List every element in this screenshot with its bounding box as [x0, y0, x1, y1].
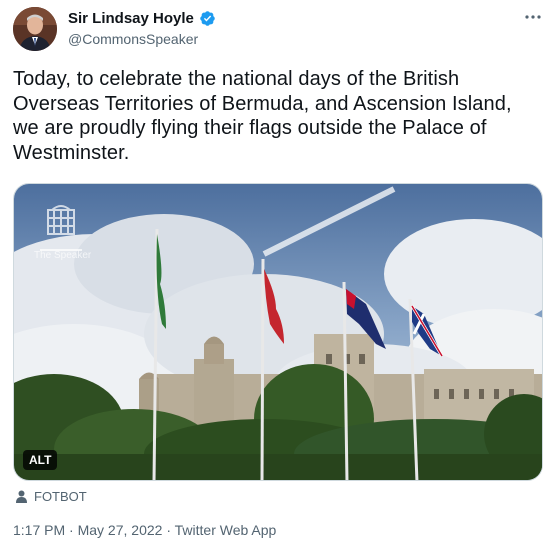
tweet-time[interactable]: 1:17 PM	[13, 522, 65, 538]
tweet-card: Sir Lindsay Hoyle @CommonsSpeaker Today,…	[0, 0, 556, 548]
author-name-row[interactable]: Sir Lindsay Hoyle	[68, 10, 216, 27]
watermark-text: The Speaker	[34, 250, 92, 261]
more-horizontal-icon[interactable]	[523, 9, 543, 25]
meta-separator: ·	[162, 522, 175, 538]
meta-separator: ·	[65, 522, 78, 538]
avatar[interactable]	[13, 7, 57, 51]
alt-text-button[interactable]: ALT	[23, 450, 58, 470]
photo-westminster-flags	[14, 184, 542, 480]
tweet-photo[interactable]: The Speaker ALT	[13, 183, 543, 481]
author-handle[interactable]: @CommonsSpeaker	[68, 31, 198, 47]
tagged-user-name[interactable]: FOTBOT	[34, 489, 87, 504]
tweet-metadata: 1:17 PM · May 27, 2022 · Twitter Web App	[13, 522, 276, 538]
tweet-source[interactable]: Twitter Web App	[175, 522, 277, 538]
tagged-user[interactable]: FOTBOT	[15, 489, 87, 504]
verified-badge-icon	[200, 11, 215, 26]
author-name[interactable]: Sir Lindsay Hoyle	[68, 10, 194, 27]
tweet-text: Today, to celebrate the national days of…	[13, 68, 512, 164]
tweet-date[interactable]: May 27, 2022	[78, 522, 163, 538]
person-icon	[16, 490, 27, 503]
